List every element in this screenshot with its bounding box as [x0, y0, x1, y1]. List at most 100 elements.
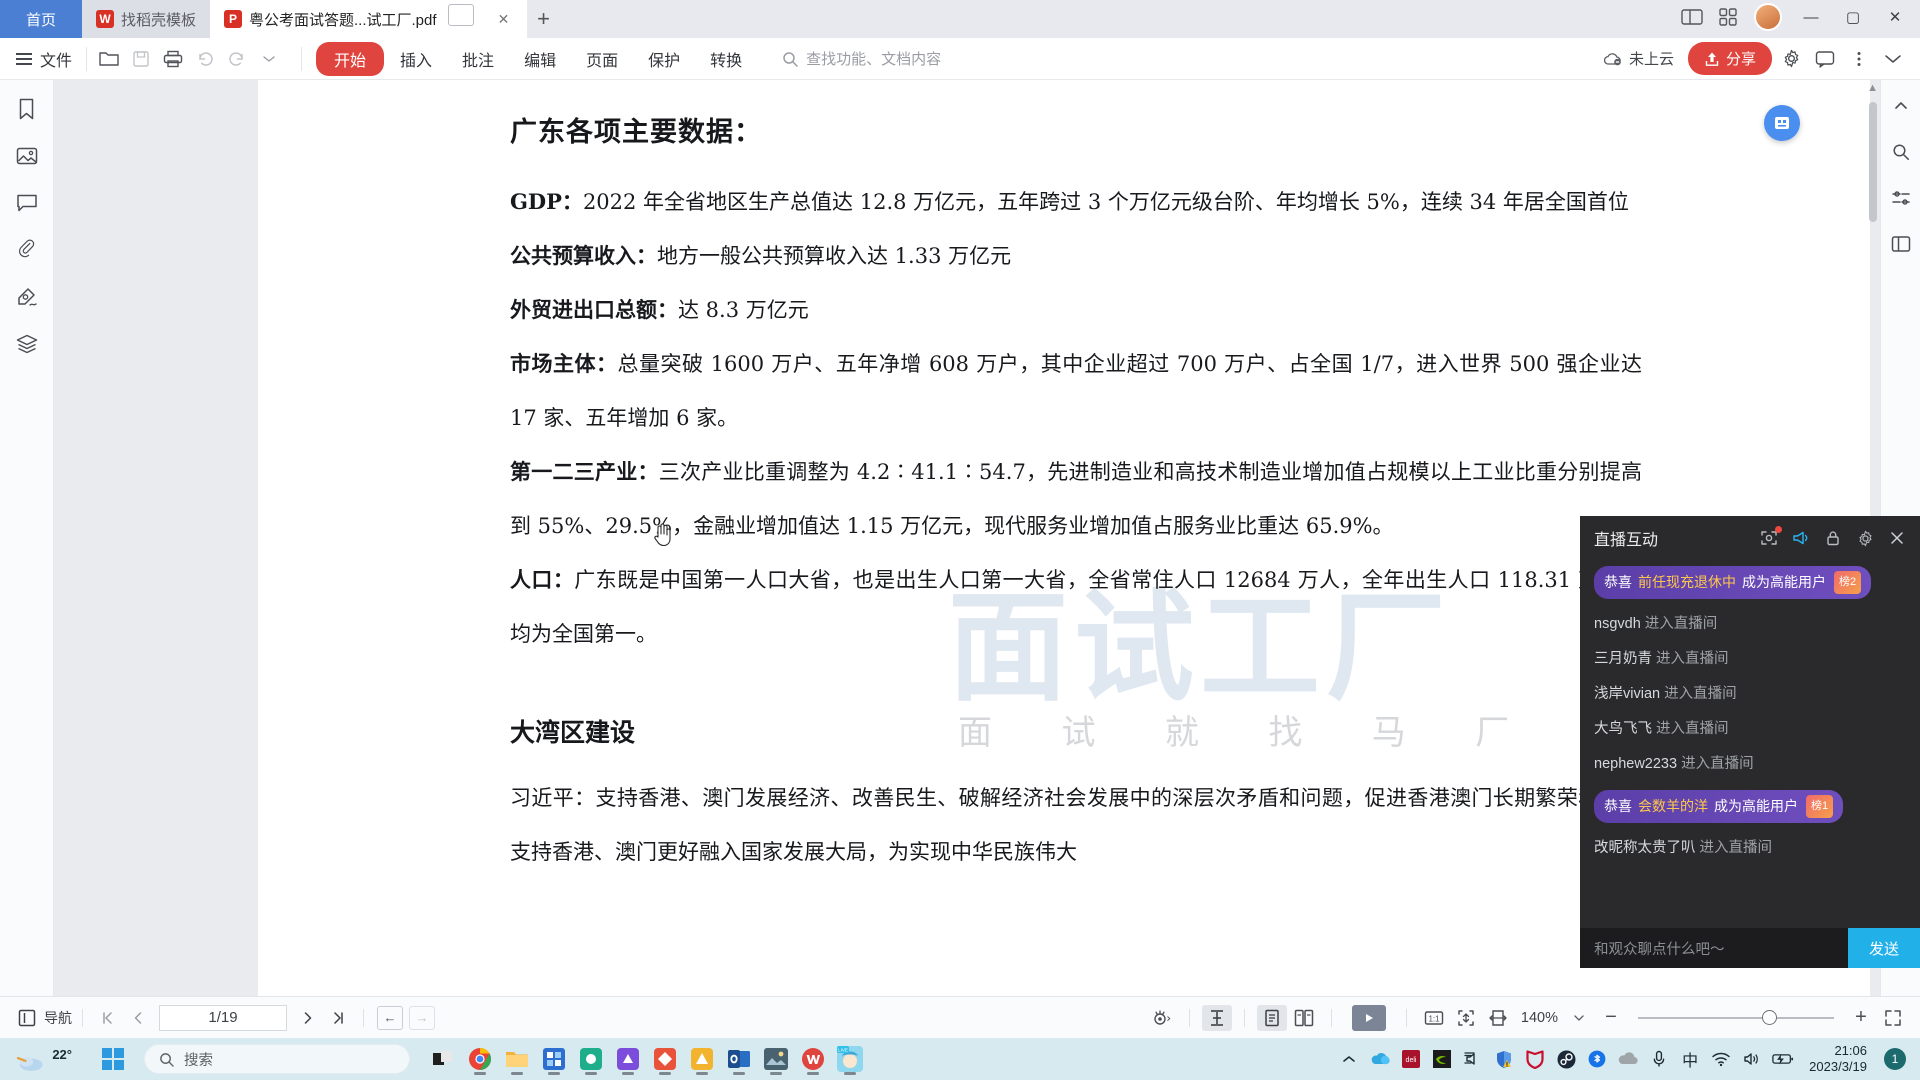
- screenshot-icon[interactable]: [1760, 526, 1782, 547]
- split-view-icon[interactable]: [1887, 232, 1915, 256]
- new-tab-button[interactable]: +: [527, 2, 561, 36]
- cloud-icon[interactable]: [1617, 1048, 1639, 1070]
- avatar[interactable]: [1754, 3, 1782, 31]
- microphone-icon[interactable]: [1648, 1048, 1670, 1070]
- compare-icon[interactable]: [1887, 186, 1915, 210]
- chrome-icon[interactable]: [463, 1042, 497, 1076]
- slideshow-icon[interactable]: [1351, 1004, 1386, 1031]
- redo-icon[interactable]: [223, 45, 251, 73]
- app-purple-icon[interactable]: [611, 1042, 645, 1076]
- fit-width-icon[interactable]: [1483, 1004, 1513, 1032]
- save-icon[interactable]: [127, 45, 155, 73]
- scroll-up-icon[interactable]: [1887, 94, 1915, 118]
- tab-pdf-document[interactable]: P 粤公考面试答题...试工厂.pdf ✕: [210, 0, 527, 38]
- zoom-dropdown-chevron-icon[interactable]: [1564, 1004, 1594, 1032]
- layers-icon[interactable]: [12, 331, 42, 357]
- close-icon[interactable]: [1888, 529, 1906, 547]
- minimize-button[interactable]: —: [1792, 2, 1830, 32]
- settings-gear-icon[interactable]: [1856, 529, 1874, 547]
- file-menu-button[interactable]: 文件: [0, 47, 86, 71]
- signature-icon[interactable]: [12, 284, 42, 310]
- actual-size-icon[interactable]: 1:1: [1419, 1004, 1449, 1032]
- live-interaction-panel[interactable]: 直播互动 恭喜 前任现充退休中 成为高能用户 榜2 nsgvdh 进入直播间 三…: [1580, 516, 1920, 968]
- customize-chevron-icon[interactable]: [255, 45, 283, 73]
- notification-badge[interactable]: 1: [1884, 1048, 1906, 1070]
- maximize-button[interactable]: ▢: [1834, 2, 1872, 32]
- battery-icon[interactable]: [1772, 1048, 1794, 1070]
- tab-preview-toggle[interactable]: [447, 4, 474, 26]
- zoom-level-label[interactable]: 140%: [1521, 1010, 1558, 1026]
- wps-icon[interactable]: [796, 1042, 830, 1076]
- volume-icon[interactable]: [1741, 1048, 1763, 1070]
- app-teal-icon[interactable]: [574, 1042, 608, 1076]
- print-icon[interactable]: [159, 45, 187, 73]
- zoom-out-button[interactable]: −: [1596, 1004, 1626, 1032]
- app-yellow-icon[interactable]: [685, 1042, 719, 1076]
- feedback-icon[interactable]: [1810, 44, 1840, 74]
- undo-icon[interactable]: [191, 45, 219, 73]
- collapse-ribbon-icon[interactable]: [1878, 44, 1908, 74]
- zoom-slider-knob[interactable]: [1762, 1010, 1777, 1025]
- comment-icon[interactable]: [12, 190, 42, 216]
- cloud-status[interactable]: 未上云: [1593, 48, 1684, 69]
- taskbar-clock[interactable]: 21:06 2023/3/19: [1809, 1043, 1867, 1075]
- search-icon[interactable]: [1887, 140, 1915, 164]
- live-message-list[interactable]: 恭喜 前任现充退休中 成为高能用户 榜2 nsgvdh 进入直播间 三月奶青 进…: [1580, 560, 1920, 928]
- live-streaming-icon[interactable]: LIVE: [833, 1042, 867, 1076]
- mcafee-icon[interactable]: [1524, 1048, 1546, 1070]
- ribbon-tab-protect[interactable]: 保护: [634, 42, 694, 76]
- continuous-page-icon[interactable]: [1201, 1004, 1232, 1031]
- megaphone-icon[interactable]: [1792, 529, 1810, 547]
- deli-icon[interactable]: deli: [1400, 1048, 1422, 1070]
- send-button[interactable]: 发送: [1848, 928, 1920, 968]
- nvidia-icon[interactable]: [1431, 1048, 1453, 1070]
- onedrive-icon[interactable]: [1369, 1048, 1391, 1070]
- bookmark-icon[interactable]: [12, 96, 42, 122]
- ribbon-tab-convert[interactable]: 转换: [696, 42, 756, 76]
- security-warning-icon[interactable]: [1493, 1048, 1515, 1070]
- ime-indicator[interactable]: 中: [1679, 1048, 1701, 1070]
- tab-close-icon[interactable]: ✕: [495, 10, 513, 28]
- open-icon[interactable]: [95, 45, 123, 73]
- sound-mixer-icon[interactable]: [1462, 1048, 1484, 1070]
- steam-icon[interactable]: [1555, 1048, 1577, 1070]
- single-page-icon[interactable]: [1256, 1004, 1287, 1031]
- live-chat-input-row[interactable]: 和观众聊点什么吧～ 发送: [1580, 928, 1920, 968]
- taskview-icon[interactable]: [426, 1042, 460, 1076]
- nav-back-icon[interactable]: ←: [377, 1005, 403, 1030]
- split-layout-icon[interactable]: [1676, 2, 1708, 32]
- ribbon-tab-page[interactable]: 页面: [572, 42, 632, 76]
- scroll-up-arrow-icon[interactable]: ▲: [1867, 82, 1878, 94]
- taskbar-search-input[interactable]: 搜索: [144, 1044, 410, 1074]
- last-page-icon[interactable]: [323, 1004, 353, 1032]
- image-icon[interactable]: [12, 143, 42, 169]
- start-button[interactable]: [102, 1048, 124, 1070]
- navigation-toggle[interactable]: 导航: [12, 1004, 72, 1032]
- first-page-icon[interactable]: [93, 1004, 123, 1032]
- next-page-icon[interactable]: [293, 1004, 323, 1032]
- photo-app-icon[interactable]: [759, 1042, 793, 1076]
- ribbon-tab-comment[interactable]: 批注: [448, 42, 508, 76]
- lock-icon[interactable]: [1824, 529, 1842, 547]
- attachment-icon[interactable]: [12, 237, 42, 263]
- eye-protection-icon[interactable]: [1147, 1004, 1177, 1032]
- bluetooth-icon[interactable]: [1586, 1048, 1608, 1070]
- zoom-slider[interactable]: [1638, 1008, 1834, 1028]
- zoom-in-button[interactable]: +: [1846, 1004, 1876, 1032]
- app-orange-diamond-icon[interactable]: [648, 1042, 682, 1076]
- fit-page-icon[interactable]: [1451, 1004, 1481, 1032]
- page-number-input[interactable]: 1/19: [159, 1004, 287, 1031]
- live-chat-input[interactable]: 和观众聊点什么吧～: [1580, 928, 1848, 968]
- prev-page-icon[interactable]: [123, 1004, 153, 1032]
- ribbon-tab-insert[interactable]: 插入: [386, 42, 446, 76]
- facing-page-icon[interactable]: [1289, 1005, 1319, 1031]
- ribbon-search[interactable]: 查找功能、文档内容: [782, 48, 941, 69]
- show-hidden-icons-chevron[interactable]: [1338, 1048, 1360, 1070]
- tab-home[interactable]: 首页: [0, 0, 82, 38]
- file-explorer-icon[interactable]: [500, 1042, 534, 1076]
- wifi-icon[interactable]: [1710, 1048, 1732, 1070]
- more-icon[interactable]: [1844, 44, 1874, 74]
- share-button[interactable]: 分享: [1687, 42, 1772, 75]
- settings-gear-icon[interactable]: [1776, 44, 1806, 74]
- outlook-icon[interactable]: [722, 1042, 756, 1076]
